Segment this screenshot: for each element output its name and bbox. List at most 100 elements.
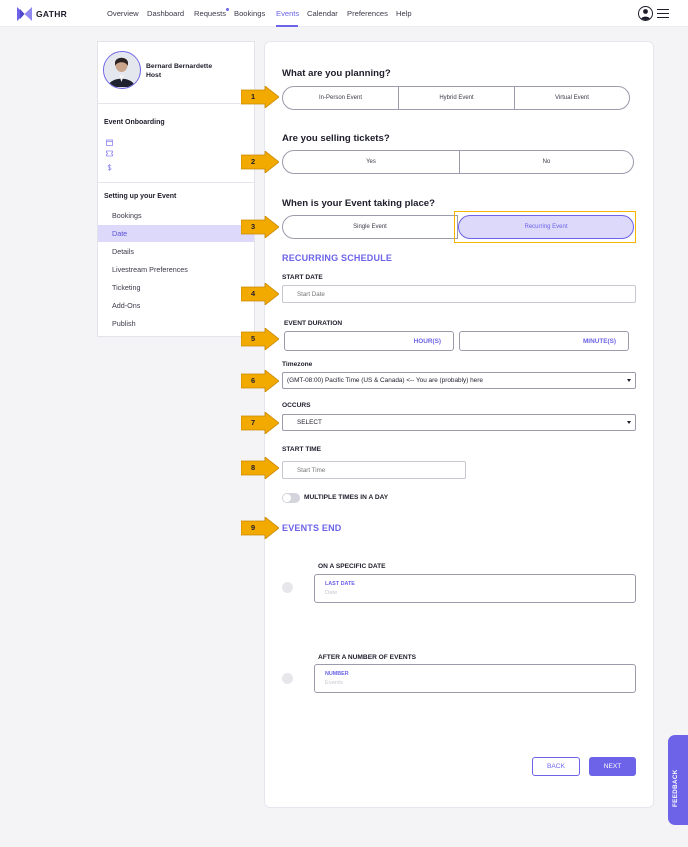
number-of-events-input[interactable]: NUMBER Events — [314, 664, 636, 693]
occurs-select[interactable]: SELECT — [282, 414, 636, 431]
after-number-radio[interactable] — [282, 673, 293, 684]
step-arrow-5: 5 — [241, 328, 279, 350]
profile-avatar — [103, 51, 141, 89]
onboarding-sidebar: Bernard Bernardette Host Event Onboardin… — [97, 41, 255, 337]
step-arrow-4: 4 — [241, 283, 279, 305]
occurs-value: SELECT — [297, 419, 322, 426]
hybrid-event-option[interactable]: Hybrid Event — [398, 87, 514, 109]
single-event-option[interactable]: Single Event — [282, 215, 458, 239]
step-number: 1 — [251, 92, 256, 101]
nav-events[interactable]: Events — [276, 9, 299, 18]
multiple-times-label: MULTIPLE TIMES IN A DAY — [304, 494, 389, 501]
onboarding-heading: Event Onboarding — [104, 119, 165, 126]
gathr-logo-icon — [17, 6, 32, 21]
step-number: 7 — [251, 418, 256, 427]
recurring-schedule-title: RECURRING SCHEDULE — [282, 253, 393, 263]
nav-calendar[interactable]: Calendar — [307, 9, 338, 18]
dropdown-caret-icon — [627, 421, 631, 424]
nav-bookings[interactable]: Bookings — [234, 9, 265, 18]
next-button[interactable]: NEXT — [589, 757, 636, 776]
step-number: 2 — [251, 157, 256, 166]
step-number: 6 — [251, 376, 256, 385]
when-question: When is your Event taking place? — [282, 198, 435, 209]
number-placeholder: Events — [325, 680, 343, 686]
virtual-event-option[interactable]: Virtual Event — [514, 87, 629, 109]
sidebar-divider — [98, 103, 254, 104]
events-end-title: EVENTS END — [282, 523, 342, 533]
nav-active-indicator — [276, 25, 298, 27]
hours-unit: HOUR(S) — [413, 337, 441, 345]
top-navigation-bar: GATHR Overview Dashboard Requests Bookin… — [0, 0, 688, 27]
event-duration-label: EVENT DURATION — [284, 320, 343, 327]
nav-overview[interactable]: Overview — [107, 9, 139, 18]
step-arrow-8: 8 — [241, 457, 279, 479]
sidebar-item-ticketing[interactable]: Ticketing — [98, 279, 254, 296]
feedback-tab[interactable]: FEEDBACK — [668, 735, 688, 825]
start-date-label: START DATE — [282, 274, 323, 281]
step-number: 5 — [251, 334, 256, 343]
nav-requests[interactable]: Requests — [194, 9, 226, 18]
sidebar-item-publish[interactable]: Publish — [98, 315, 254, 332]
sidebar-divider — [98, 182, 254, 183]
in-person-event-option[interactable]: In-Person Event — [283, 87, 398, 109]
toggle-knob — [283, 494, 291, 502]
step-arrow-3: 3 — [241, 216, 279, 238]
timezone-value: (GMT-08:00) Pacific Time (US & Canada) <… — [287, 377, 483, 384]
timezone-label: Timezone — [282, 361, 313, 368]
nav-help[interactable]: Help — [396, 9, 412, 18]
gathr-logo[interactable]: GATHR — [17, 6, 67, 21]
duration-minutes-input[interactable]: MINUTE(S) — [459, 331, 629, 351]
specific-date-label: ON A SPECIFIC DATE — [318, 563, 386, 570]
step-number: 8 — [251, 463, 256, 472]
step-number: 4 — [251, 289, 256, 298]
step-arrow-6: 6 — [241, 370, 279, 392]
minutes-unit: MINUTE(S) — [582, 337, 616, 345]
specific-date-radio[interactable] — [282, 582, 293, 593]
sidebar-item-details[interactable]: Details — [98, 243, 254, 260]
planning-question: What are you planning? — [282, 68, 391, 79]
recurring-event-option[interactable]: Recurring Event — [458, 215, 634, 239]
profile-role: Host — [146, 72, 162, 79]
sidebar-item-bookings[interactable]: Bookings — [98, 207, 254, 224]
sell-tickets-yes-option[interactable]: Yes — [283, 151, 459, 173]
step-number: 9 — [251, 523, 256, 532]
profile-name: Bernard Bernardette — [146, 63, 213, 70]
multiple-times-toggle[interactable] — [282, 493, 300, 503]
tickets-question: Are you selling tickets? — [282, 133, 390, 144]
start-time-label: START TIME — [282, 446, 322, 453]
start-date-input[interactable] — [282, 285, 636, 303]
calendar-icon[interactable] — [106, 133, 113, 146]
brand-name: GATHR — [36, 8, 68, 19]
last-date-input[interactable]: LAST DATE Date — [314, 574, 636, 603]
nav-preferences[interactable]: Preferences — [347, 9, 388, 18]
step-arrow-9: 9 — [241, 517, 279, 539]
step-number: 3 — [251, 222, 256, 231]
step-arrow-1: 1 — [241, 86, 279, 108]
after-number-label: AFTER A NUMBER OF EVENTS — [318, 654, 417, 661]
feedback-label: FEEDBACK — [672, 769, 679, 807]
start-time-input[interactable] — [282, 461, 466, 479]
sell-tickets-no-option[interactable]: No — [459, 151, 633, 173]
step-arrow-7: 7 — [241, 412, 279, 434]
sidebar-item-livestream-preferences[interactable]: Livestream Preferences — [98, 261, 254, 278]
nav-dashboard[interactable]: Dashboard — [147, 9, 184, 18]
sell-tickets-selector: Yes No — [282, 150, 634, 174]
last-date-label: LAST DATE — [325, 581, 355, 587]
number-label: NUMBER — [325, 671, 349, 677]
occurs-label: OCCURS — [282, 402, 311, 409]
event-type-selector: In-Person Event Hybrid Event Virtual Eve… — [282, 86, 630, 110]
duration-hours-input[interactable]: HOUR(S) — [284, 331, 454, 351]
notification-dot — [226, 8, 229, 11]
sidebar-item-date[interactable]: Date — [98, 225, 254, 242]
hamburger-menu-icon[interactable] — [657, 9, 669, 19]
timezone-select[interactable]: (GMT-08:00) Pacific Time (US & Canada) <… — [282, 372, 636, 389]
dropdown-caret-icon — [627, 379, 631, 382]
sidebar-item-add-ons[interactable]: Add-Ons — [98, 297, 254, 314]
back-button[interactable]: BACK — [532, 757, 580, 776]
last-date-placeholder: Date — [325, 590, 338, 596]
user-avatar-icon[interactable] — [638, 6, 653, 21]
setup-heading: Setting up your Event — [104, 193, 177, 200]
dollar-icon[interactable] — [106, 158, 113, 171]
ticket-icon[interactable] — [106, 144, 113, 157]
step-arrow-2: 2 — [241, 151, 279, 173]
